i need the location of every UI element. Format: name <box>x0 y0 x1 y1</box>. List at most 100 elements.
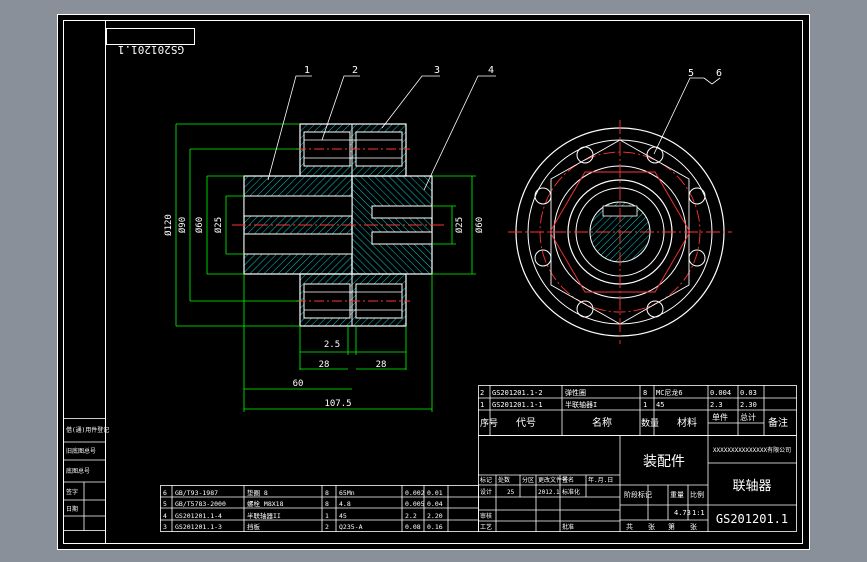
left-bore-upper <box>243 195 353 217</box>
label-design: 设计 <box>480 488 492 496</box>
label-sheets-2: 张 <box>690 522 697 531</box>
design-date: 2012.1 <box>538 489 560 496</box>
bom-upper-row1-code: GS201201.1-2 <box>492 389 543 397</box>
designer-value: 25 <box>507 489 515 496</box>
rev-sign: 签名 <box>562 476 574 484</box>
balloon-5: 5 <box>688 68 694 79</box>
bom-lower-cell: GS201201.1-3 <box>175 523 222 531</box>
label-approve: 批准 <box>562 523 574 531</box>
balloon-1: 1 <box>304 65 310 76</box>
bom-header-remark: 备注 <box>768 416 788 429</box>
dim-l1: 2.5 <box>324 340 340 350</box>
bom-lower-cell: 半联轴器II <box>247 511 281 520</box>
bom-lower-cell: 3 <box>163 523 167 531</box>
bom-upper-row2-name: 半联轴器I <box>565 400 597 409</box>
bom-upper-row1-name: 弹性圈 <box>565 388 586 397</box>
bom-upper-row1-qty: 8 <box>643 389 647 397</box>
balloon-2: 2 <box>352 65 358 76</box>
bom-lower-cell: GB/T5783-2000 <box>175 500 226 508</box>
bom-upper-row1-material: MC尼龙6 <box>656 388 683 397</box>
bom-lower-cell: 2.20 <box>427 512 443 520</box>
bom-header-total: 总计 <box>740 412 756 422</box>
cad-drawing-canvas: GS201201.1 Ø120 Ø90 Ø60 Ø25 Ø25 Ø60 2.5 … <box>57 14 810 550</box>
balloon-3: 3 <box>434 65 440 76</box>
bom-header-qty: 数量 <box>641 417 659 429</box>
side-label-borrowed: 借(通)用件登记 <box>66 426 109 434</box>
label-scale: 比例 <box>690 490 704 499</box>
dim-l2: 28 <box>319 360 330 370</box>
label-sheets-1: 张 <box>648 522 655 531</box>
label-stage: 阶段标记 <box>624 490 652 499</box>
bom-lower-cell: 1 <box>325 512 329 520</box>
bom-lower-cell: 8 <box>325 489 329 497</box>
bom-lower-cell: 0.04 <box>427 500 443 508</box>
dim-d4: Ø25 <box>213 217 224 233</box>
bom-lower-cell: 5 <box>163 500 167 508</box>
bom-lower-cell: 螺栓 M8X18 <box>247 499 284 508</box>
side-label-date: 日期 <box>66 505 78 513</box>
right-bore-lower <box>371 231 433 245</box>
title-drawing-number: GS201201.1 <box>716 512 788 526</box>
dim-d5: Ø25 <box>454 217 465 233</box>
dim-l5: 107.5 <box>324 399 351 409</box>
bom-upper-row2-material: 45 <box>656 401 664 409</box>
rev-mark: 标记 <box>480 476 492 484</box>
bom-lower-cell: 2 <box>325 523 329 531</box>
bom-upper-row1-no: 2 <box>480 389 484 397</box>
drawing-number-mirrored: GS201201.1 <box>118 43 184 56</box>
bom-header-no: 序号 <box>480 417 498 429</box>
bom-lower-cell: 8 <box>325 500 329 508</box>
bom-lower-cell: 0.01 <box>427 489 443 497</box>
bom-lower-cell: 0.16 <box>427 523 443 531</box>
dim-l3: 28 <box>376 360 387 370</box>
label-total: 共 <box>626 522 633 531</box>
bom-upper-row1-total: 0.03 <box>740 389 757 397</box>
bom-lower-cell: 0.002 <box>405 489 425 497</box>
bom-lower-cell: 65Mn <box>339 489 355 497</box>
bom-lower-cell: 垫圈 8 <box>247 488 268 497</box>
bom-lower-cell: GS201201.1-4 <box>175 512 222 520</box>
bom-lower-cell: 0.08 <box>405 523 421 531</box>
label-review: 审核 <box>480 512 492 520</box>
bom-upper-row1-unit: 0.004 <box>710 389 731 397</box>
weight-value: 4.73 <box>674 509 691 517</box>
bom-lower-cell: Q235-A <box>339 523 363 531</box>
label-sheet-no: 第 <box>668 522 675 531</box>
rev-date: 年.月.日 <box>588 476 613 484</box>
bom-lower-cell: 0.005 <box>405 500 425 508</box>
side-label-sign: 签字 <box>66 488 78 496</box>
bom-upper-row2-total: 2.30 <box>740 401 757 409</box>
bom-lower-cell: 45 <box>339 512 347 520</box>
bom-lower-cell: GB/T93-1987 <box>175 489 218 497</box>
bom-header-material: 材料 <box>677 416 697 429</box>
bom-lower-cell: 6 <box>163 489 167 497</box>
side-label-old-no: 旧底图总号 <box>66 447 96 455</box>
bom-upper-row2-no: 1 <box>480 401 484 409</box>
balloon-6: 6 <box>716 68 722 79</box>
right-bore-upper <box>371 205 433 219</box>
bom-upper-row2-unit: 2.3 <box>710 401 723 409</box>
side-label-base-no: 底图总号 <box>66 467 90 475</box>
label-process: 工艺 <box>480 523 492 531</box>
company-name: XXXXXXXXXXXXXXX有限公司 <box>713 446 791 454</box>
bom-header-code: 代号 <box>516 417 536 429</box>
label-standardization: 标准化 <box>562 488 580 496</box>
part-name: 联轴器 <box>732 479 771 494</box>
scale-value: 1:1 <box>692 509 705 517</box>
dim-l4: 60 <box>293 379 304 389</box>
bom-upper-row2-qty: 1 <box>643 401 647 409</box>
balloon-4: 4 <box>488 65 494 76</box>
assembly-label: 装配件 <box>643 454 685 470</box>
bom-header-name: 名称 <box>592 416 612 429</box>
bom-lower-cell: 4 <box>163 512 167 520</box>
dim-d2: Ø90 <box>177 217 188 233</box>
left-bore-lower <box>243 233 353 255</box>
dim-d1: Ø120 <box>163 214 174 236</box>
dim-d3: Ø60 <box>194 217 205 233</box>
rev-count: 处数 <box>498 476 510 484</box>
bom-header-unit: 单件 <box>712 412 728 422</box>
bom-lower-cell: 挡板 <box>247 522 261 531</box>
dim-d6: Ø60 <box>474 217 485 233</box>
bom-upper-row2-code: GS201201.1-1 <box>492 401 543 409</box>
rev-zone: 分区 <box>522 476 534 484</box>
